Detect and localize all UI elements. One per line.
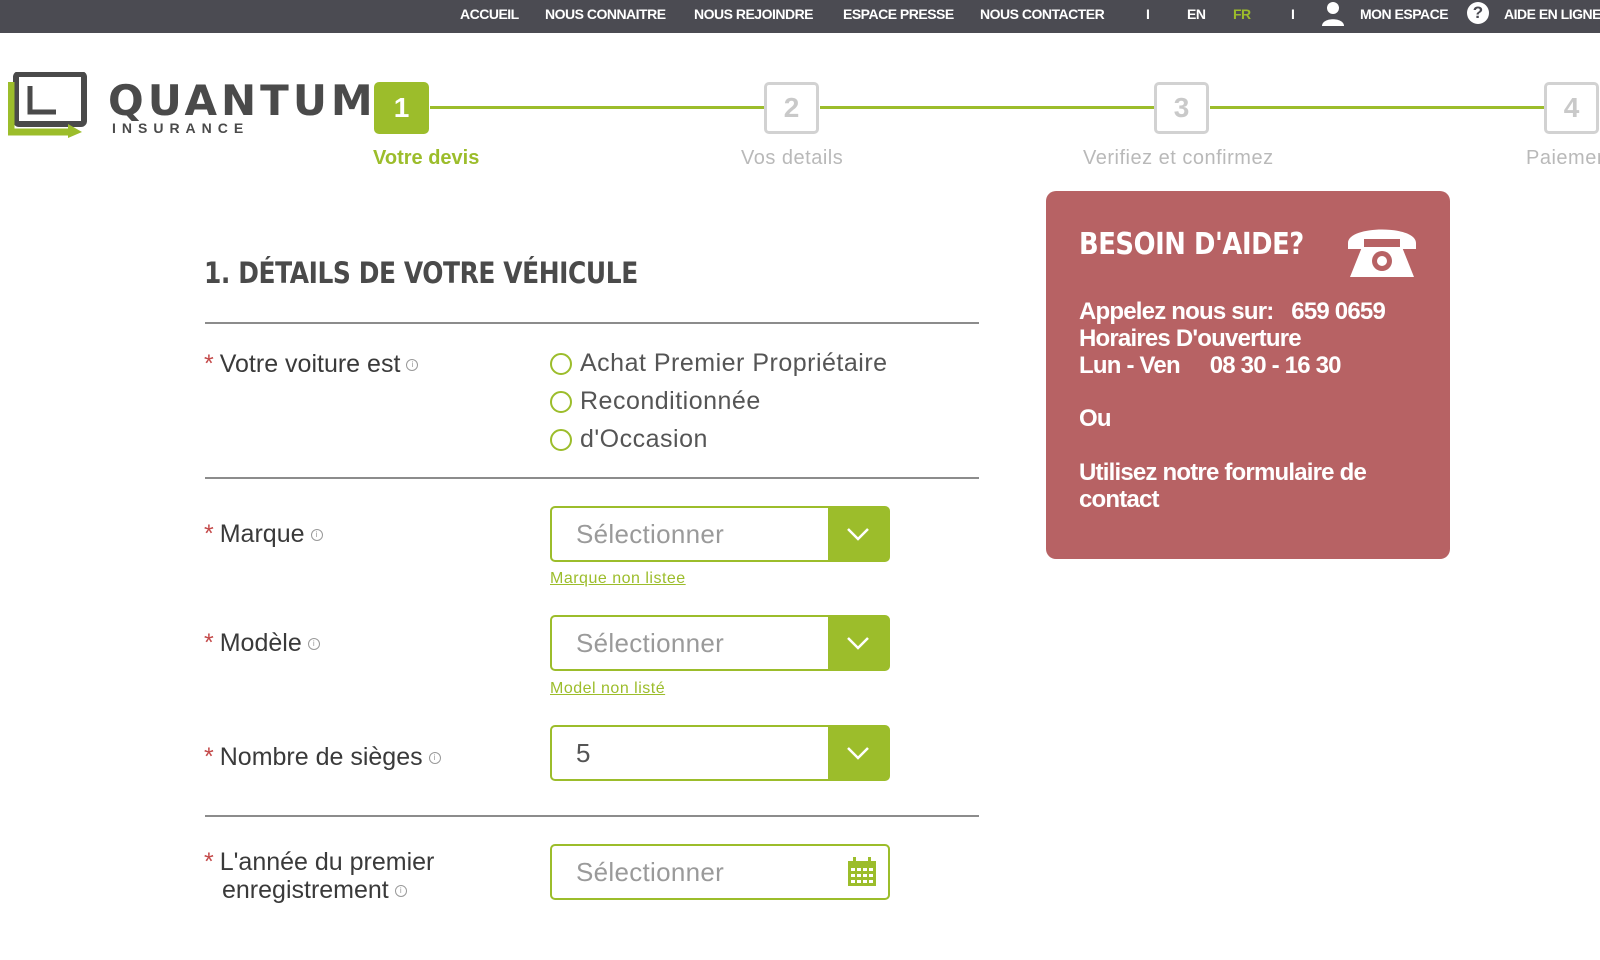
- question-circle-icon[interactable]: ?: [1467, 2, 1489, 24]
- step-3-label: Verifiez et confirmez: [1083, 147, 1274, 169]
- help-hours-label: Horaires D'ouverture: [1079, 325, 1302, 352]
- radio-option-reconditionnee[interactable]: Reconditionnée: [550, 387, 761, 417]
- help-hours: 08 30 - 16 30: [1209, 352, 1342, 379]
- brand-label: * Marque i: [204, 520, 323, 548]
- required-mark: *: [204, 350, 214, 378]
- brand-select[interactable]: Sélectionner: [550, 506, 890, 562]
- help-contact-form-link-line2[interactable]: contact: [1079, 486, 1160, 514]
- divider: [205, 477, 979, 479]
- brand-label-text: Marque: [219, 520, 305, 548]
- radio-label[interactable]: Reconditionnée: [580, 387, 761, 415]
- seats-select-value: 5: [576, 738, 591, 768]
- brand-select-value: Sélectionner: [576, 519, 725, 549]
- dropdown-button[interactable]: [828, 508, 888, 560]
- seats-label: * Nombre de sièges i: [204, 743, 441, 771]
- top-nav: ACCUEIL NOUS CONNAITRE NOUS REJOINDRE ES…: [0, 0, 1600, 33]
- required-mark: *: [204, 848, 214, 876]
- help-or: Ou: [1079, 405, 1112, 432]
- logo-subtitle: INSURANCE: [112, 120, 250, 136]
- chevron-down-icon: [847, 637, 869, 650]
- telephone-icon: [1348, 229, 1416, 277]
- model-select-value: Sélectionner: [576, 628, 725, 658]
- radio-button[interactable]: [550, 352, 572, 375]
- model-select[interactable]: Sélectionner: [550, 615, 890, 671]
- nav-nous-contacter[interactable]: NOUS CONTACTER: [980, 0, 1105, 28]
- nav-aide-en-ligne[interactable]: AIDE EN LIGNE: [1504, 0, 1600, 28]
- logo-title: QUANTUM: [108, 76, 377, 125]
- help-phone-number[interactable]: 659 0659: [1291, 298, 1386, 325]
- nav-accueil[interactable]: ACCUEIL: [460, 0, 519, 28]
- required-mark: *: [204, 520, 214, 548]
- registration-year-label-line2-text: enregistrement: [222, 876, 389, 904]
- required-mark: *: [204, 629, 214, 657]
- seats-label-text: Nombre de sièges: [219, 743, 423, 771]
- radio-button[interactable]: [550, 428, 572, 451]
- step-connector: [1210, 106, 1544, 109]
- car-status-label-text: Votre voiture est: [219, 350, 401, 378]
- divider: [205, 815, 979, 817]
- help-days: Lun - Ven: [1079, 352, 1181, 379]
- nav-espace-presse[interactable]: ESPACE PRESSE: [843, 0, 954, 28]
- registration-year-label: * L'année du premier: [204, 848, 434, 876]
- registration-year-label-line2: enregistrement i: [222, 876, 407, 904]
- help-title: BESOIN D'AIDE?: [1079, 227, 1304, 262]
- section-title: 1. DÉTAILS DE VOTRE VÉHICULE: [204, 256, 638, 290]
- help-hours-line: Lun - Ven 08 30 - 16 30: [1079, 352, 1342, 380]
- registration-year-label-line1: L'année du premier: [219, 848, 435, 876]
- model-label-text: Modèle: [219, 629, 302, 657]
- registration-year-input[interactable]: Sélectionner: [550, 844, 890, 900]
- car-status-label: * Votre voiture est i: [204, 350, 419, 378]
- nav-separator: I: [1291, 6, 1295, 22]
- step-4-label: Paiemen: [1526, 147, 1600, 169]
- radio-option-occasion[interactable]: d'Occasion: [550, 425, 708, 455]
- model-not-listed-link[interactable]: Model non listé: [550, 680, 665, 698]
- user-icon[interactable]: [1320, 0, 1346, 26]
- dropdown-button[interactable]: [828, 617, 888, 669]
- step-connector: [430, 106, 764, 109]
- info-icon[interactable]: i: [307, 638, 320, 651]
- seats-select[interactable]: 5: [550, 725, 890, 781]
- step-3-number[interactable]: 3: [1154, 82, 1209, 134]
- help-contact-form-link[interactable]: Utilisez notre formulaire de: [1079, 459, 1367, 487]
- info-icon[interactable]: i: [428, 752, 441, 765]
- nav-mon-espace[interactable]: MON ESPACE: [1360, 0, 1449, 28]
- model-label: * Modèle i: [204, 629, 320, 657]
- step-connector: [820, 106, 1154, 109]
- help-card: BESOIN D'AIDE? Appelez nous sur: 659 065…: [1046, 191, 1450, 559]
- lang-fr[interactable]: FR: [1233, 0, 1251, 28]
- divider: [205, 322, 979, 324]
- nav-separator: I: [1146, 6, 1150, 22]
- step-2-number[interactable]: 2: [764, 82, 819, 134]
- step-2-label: Vos details: [741, 147, 844, 169]
- quantum-logo[interactable]: QUANTUM INSURANCE: [8, 72, 373, 142]
- step-4-number[interactable]: 4: [1544, 82, 1599, 134]
- info-icon[interactable]: i: [394, 885, 407, 898]
- registration-year-value: Sélectionner: [576, 857, 725, 887]
- nav-nous-rejoindre[interactable]: NOUS REJOINDRE: [694, 0, 814, 28]
- radio-button[interactable]: [550, 390, 572, 413]
- calendar-icon[interactable]: [846, 856, 878, 888]
- brand-not-listed-link[interactable]: Marque non listee: [550, 570, 686, 588]
- required-mark: *: [204, 743, 214, 771]
- chevron-down-icon: [847, 747, 869, 760]
- step-1-number[interactable]: 1: [374, 82, 429, 134]
- help-call-line: Appelez nous sur: 659 0659: [1079, 298, 1386, 326]
- help-call-label: Appelez nous sur:: [1079, 298, 1274, 325]
- nav-nous-connaitre[interactable]: NOUS CONNAITRE: [545, 0, 666, 28]
- chevron-down-icon: [847, 528, 869, 541]
- radio-option-premier-proprietaire[interactable]: Achat Premier Propriétaire: [550, 349, 888, 379]
- dropdown-button[interactable]: [828, 727, 888, 779]
- lang-en[interactable]: EN: [1187, 0, 1206, 28]
- logo-mark-icon: [8, 72, 87, 138]
- info-icon[interactable]: i: [310, 529, 323, 542]
- info-icon[interactable]: i: [406, 359, 419, 372]
- radio-label[interactable]: d'Occasion: [580, 425, 708, 453]
- step-1-label: Votre devis: [373, 147, 480, 169]
- radio-label[interactable]: Achat Premier Propriétaire: [580, 349, 888, 377]
